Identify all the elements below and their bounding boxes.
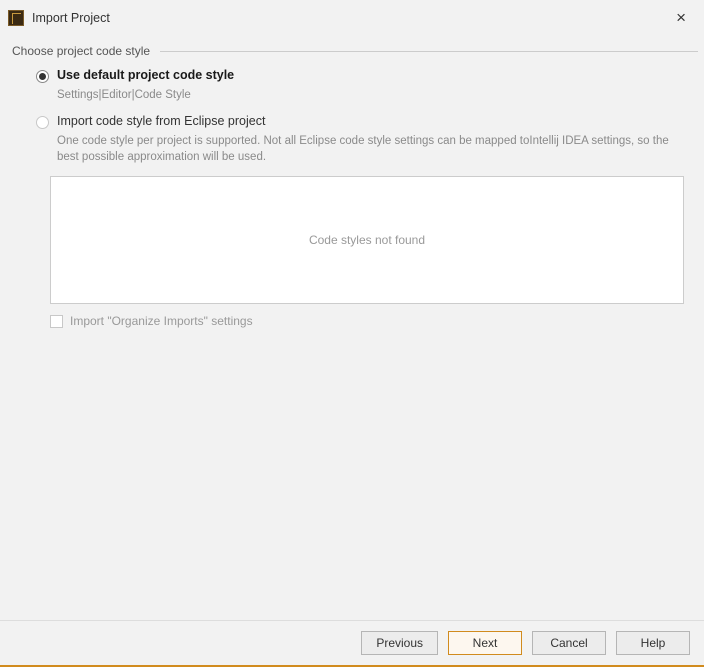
close-icon[interactable]: × — [668, 6, 694, 30]
content-area: Use default project code style Settings|… — [0, 64, 704, 620]
organize-imports-checkbox[interactable] — [50, 315, 63, 328]
organize-imports-label: Import "Organize Imports" settings — [70, 314, 253, 328]
previous-button[interactable]: Previous — [361, 631, 438, 655]
radio-default-style-label: Use default project code style — [57, 68, 234, 82]
next-button[interactable]: Next — [448, 631, 522, 655]
radio-import-eclipse[interactable] — [36, 116, 49, 129]
help-button[interactable]: Help — [616, 631, 690, 655]
titlebar: Import Project × — [0, 0, 704, 34]
radio-import-eclipse-row[interactable]: Import code style from Eclipse project — [36, 114, 692, 129]
divider — [160, 51, 698, 52]
footer: Previous Next Cancel Help — [0, 620, 704, 665]
radio-default-style-row[interactable]: Use default project code style — [36, 68, 692, 83]
section-heading-text: Choose project code style — [12, 44, 150, 58]
code-styles-empty-text: Code styles not found — [309, 233, 425, 247]
radio-import-eclipse-desc: One code style per project is supported.… — [57, 133, 692, 166]
radio-import-eclipse-label: Import code style from Eclipse project — [57, 114, 265, 128]
radio-default-style-desc: Settings|Editor|Code Style — [57, 87, 692, 104]
organize-imports-row: Import "Organize Imports" settings — [50, 314, 692, 328]
app-icon — [8, 10, 24, 26]
section-heading: Choose project code style — [0, 34, 704, 64]
radio-default-style[interactable] — [36, 70, 49, 83]
cancel-button[interactable]: Cancel — [532, 631, 606, 655]
code-styles-list: Code styles not found — [50, 176, 684, 304]
window-title: Import Project — [32, 11, 110, 25]
